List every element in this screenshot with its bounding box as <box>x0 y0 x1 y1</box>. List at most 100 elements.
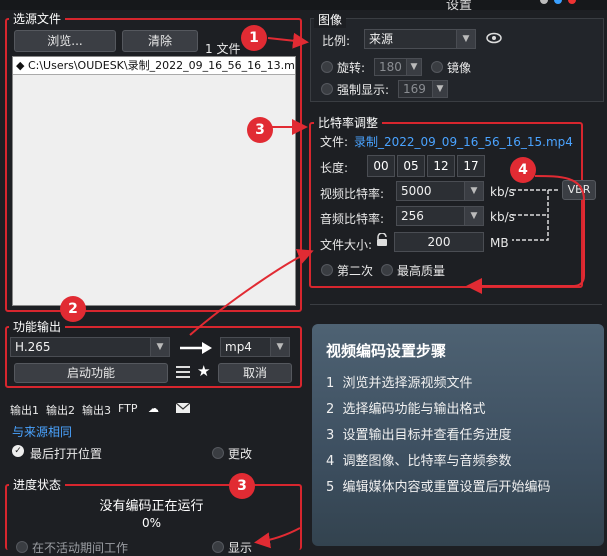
file-label: 文件: <box>320 135 349 149</box>
ratio-value: 来源 <box>369 32 394 46</box>
second-pass-radio[interactable] <box>321 264 333 276</box>
step-text: 选择编码功能与输出格式 <box>342 402 486 417</box>
file-size-input[interactable]: 200 <box>394 232 484 252</box>
force-display-dropdown[interactable]: 169 ▼ <box>398 80 448 98</box>
file-count: 1 文件 <box>205 42 241 56</box>
clear-button[interactable]: 清除 <box>122 30 198 52</box>
step-number: 1 <box>326 376 335 391</box>
tab-output-2[interactable]: 输出2 <box>46 402 75 418</box>
step-badge-3-progress: 3 <box>229 473 255 499</box>
progress-percent: 0% <box>141 516 162 530</box>
audio-bitrate-unit: kb/s <box>490 210 515 224</box>
chevron-down-icon: ▼ <box>456 30 475 48</box>
check-circle-icon[interactable]: ✓ <box>12 445 24 457</box>
file-list-item[interactable]: ◆ C:\Users\OUDESK\录制_2022_09_16_56_16_13… <box>13 57 295 75</box>
guide-step: 2 选择编码功能与输出格式 <box>326 398 486 417</box>
video-bitrate-label: 视频比特率: <box>320 187 385 201</box>
step-text: 浏览并选择源视频文件 <box>342 376 473 391</box>
tab-ftp[interactable]: FTP <box>118 402 138 415</box>
open-location-label: 最后打开位置 <box>30 447 103 461</box>
menu-icon[interactable] <box>176 365 190 379</box>
file-size-value: 200 <box>427 235 451 249</box>
mail-icon[interactable] <box>176 403 190 413</box>
rotate-radio[interactable] <box>321 61 333 73</box>
browse-button[interactable]: 浏览... <box>14 30 116 52</box>
duration-frames[interactable]: 17 <box>457 155 485 177</box>
guide-step: 3 设置输出目标并查看任务进度 <box>326 424 512 443</box>
progress-legend: 进度状态 <box>9 476 66 493</box>
codec-value: H.265 <box>15 340 51 354</box>
star-icon[interactable]: ★ <box>197 362 210 380</box>
second-pass-label: 第二次 <box>337 264 374 278</box>
file-size-unit: MB <box>490 236 509 250</box>
mirror-label: 镜像 <box>447 61 472 75</box>
duration-label: 长度: <box>320 161 349 175</box>
video-bitrate-value: 5000 <box>401 184 432 198</box>
cancel-button[interactable]: 取消 <box>218 363 292 383</box>
force-display-radio[interactable] <box>321 83 333 95</box>
tab-output-3[interactable]: 输出3 <box>82 402 111 418</box>
lock-icon[interactable] <box>375 233 389 247</box>
change-label: 更改 <box>228 447 253 461</box>
ratio-label: 比例: <box>322 34 351 48</box>
minimize-dot-icon[interactable] <box>540 0 548 4</box>
mirror-radio[interactable] <box>431 61 443 73</box>
source-legend: 选源文件 <box>9 10 66 27</box>
arrow-right-icon <box>180 342 212 354</box>
audio-bitrate-value: 256 <box>401 209 424 223</box>
chevron-down-icon: ▼ <box>150 338 169 356</box>
rotate-label: 旋转: <box>337 61 366 75</box>
rotate-dropdown[interactable]: 180 ▼ <box>374 58 422 76</box>
file-size-label: 文件大小: <box>320 238 373 252</box>
same-as-source-link[interactable]: 与来源相同 <box>12 423 72 440</box>
inactive-label: 在不活动期间工作 <box>32 541 129 555</box>
format-dropdown[interactable]: mp4 ▼ <box>220 337 290 357</box>
guide-panel: 视频编码设置步骤 1 浏览并选择源视频文件 2 选择编码功能与输出格式 3 设置… <box>312 324 604 546</box>
bitrate-legend: 比特率调整 <box>314 114 383 131</box>
duration-seconds[interactable]: 12 <box>427 155 455 177</box>
ratio-dropdown[interactable]: 来源 ▼ <box>364 29 476 49</box>
video-bitrate-dropdown[interactable]: 5000 ▼ <box>396 181 484 201</box>
duration-hours[interactable]: 00 <box>367 155 395 177</box>
show-label: 显示 <box>228 541 253 555</box>
step-badge-3: 3 <box>247 117 273 143</box>
chevron-down-icon: ▼ <box>406 59 421 75</box>
force-display-value: 169 <box>403 82 426 96</box>
video-bitrate-unit: kb/s <box>490 185 515 199</box>
max-quality-label: 最高质量 <box>397 264 446 278</box>
codec-dropdown[interactable]: H.265 ▼ <box>10 337 170 357</box>
change-radio[interactable] <box>212 447 224 459</box>
show-radio[interactable] <box>212 541 224 553</box>
step-text: 设置输出目标并查看任务进度 <box>342 428 512 443</box>
guide-step: 4 调整图像、比特率与音频参数 <box>326 450 512 469</box>
audio-bitrate-label: 音频比特率: <box>320 212 385 226</box>
chevron-down-icon: ▼ <box>464 182 483 200</box>
duration-minutes[interactable]: 05 <box>397 155 425 177</box>
eye-icon[interactable] <box>486 32 502 44</box>
max-quality-radio[interactable] <box>381 264 393 276</box>
tab-output-1[interactable]: 输出1 <box>10 402 39 418</box>
step-number: 5 <box>326 480 335 495</box>
window-controls[interactable] <box>540 0 600 6</box>
step-badge-2: 2 <box>60 296 86 322</box>
file-list[interactable]: ◆ C:\Users\OUDESK\录制_2022_09_16_56_16_13… <box>12 56 296 306</box>
inactive-radio[interactable] <box>16 541 28 553</box>
vbr-button[interactable]: VBR <box>562 180 596 200</box>
chevron-down-icon: ▼ <box>270 338 289 356</box>
step-number: 3 <box>326 428 335 443</box>
start-button[interactable]: 启动功能 <box>14 363 168 383</box>
step-badge-1: 1 <box>241 25 267 51</box>
close-dot-icon[interactable] <box>568 0 576 4</box>
window-title: 设置 <box>446 0 473 13</box>
audio-bitrate-dropdown[interactable]: 256 ▼ <box>396 206 484 226</box>
cloud-icon[interactable]: ☁ <box>148 402 159 415</box>
chevron-down-icon: ▼ <box>464 207 483 225</box>
maximize-dot-icon[interactable] <box>554 0 562 4</box>
file-name-link[interactable]: 录制_2022_09_09_16_56_16_15.mp4 <box>354 133 573 150</box>
step-text: 编辑媒体内容或重置设置后开始编码 <box>342 480 551 495</box>
rotate-value: 180 <box>379 60 402 74</box>
image-legend: 图像 <box>314 11 347 28</box>
step-number: 2 <box>326 402 335 417</box>
force-display-label: 强制显示: <box>337 83 390 97</box>
progress-status: 没有编码正在运行 <box>99 499 204 514</box>
